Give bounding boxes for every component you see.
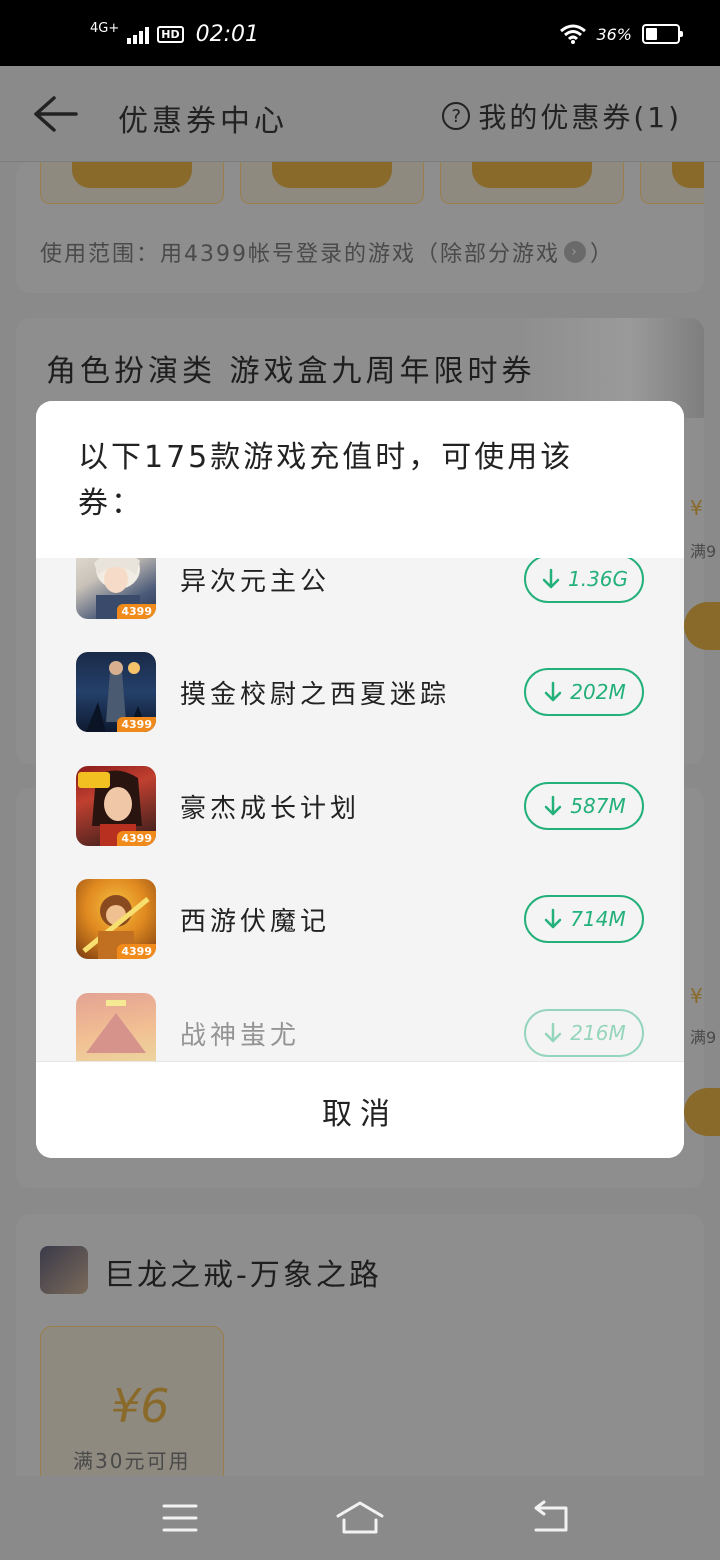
network-type: 4G+ xyxy=(90,21,120,36)
download-arrow-icon xyxy=(545,1022,562,1043)
game-name: 摸金校尉之西夏迷踪 xyxy=(180,680,451,710)
usage-scope-text: 使用范围：用4399帐号登录的游戏（除部分游戏 xyxy=(40,242,560,267)
download-button[interactable]: 1.36G xyxy=(524,558,644,603)
game-icon xyxy=(76,993,156,1061)
peek-currency: ¥ xyxy=(690,984,703,1008)
claim-button[interactable] xyxy=(472,162,592,188)
home-icon[interactable] xyxy=(336,1500,384,1536)
download-size: 714M xyxy=(570,907,626,931)
game-name: 西游伏魔记 xyxy=(180,907,331,937)
game-name: 异次元主公 xyxy=(180,567,331,597)
download-arrow-icon xyxy=(545,908,562,929)
download-button[interactable]: 216M xyxy=(524,1009,644,1057)
game-icon: 4399 xyxy=(76,766,156,846)
app-header: 优惠券中心 ? 我的优惠券(1) xyxy=(0,66,720,162)
coupon-condition: 满30元可用 xyxy=(73,1449,191,1473)
card-title: 角色扮演类 游戏盒九周年限时券 xyxy=(46,354,536,389)
clock: 02:01 xyxy=(195,22,259,47)
list-item[interactable]: 4399 异次元主公 1.36G xyxy=(36,558,684,619)
peek-condition: 满9 xyxy=(690,1028,717,1047)
games-list[interactable]: 4399 异次元主公 1.36G 4399 摸金校尉之西夏迷踪 202M 439… xyxy=(36,558,684,1061)
download-size: 1.36G xyxy=(567,567,629,591)
game-icon: 4399 xyxy=(76,558,156,619)
game-name: 战神蚩尤 xyxy=(180,1021,301,1051)
menu-icon[interactable] xyxy=(156,1500,204,1536)
dialog-footer: 取消 xyxy=(36,1061,684,1158)
peek-currency: ¥ xyxy=(690,496,703,520)
dialog-header: 以下175款游戏充值时，可使用该券： xyxy=(36,401,684,558)
eligible-games-dialog: 以下175款游戏充值时，可使用该券： 4399 异次元主公 1.36G 4399… xyxy=(36,401,684,1158)
battery-icon xyxy=(642,24,683,44)
coupon-tile[interactable]: ¥6 满30元可用 xyxy=(40,1326,224,1486)
signal-icon xyxy=(127,26,150,44)
game-name: 豪杰成长计划 xyxy=(180,794,361,824)
download-size: 587M xyxy=(570,794,626,818)
dialog-message: 以下175款游戏充值时，可使用该券： xyxy=(78,440,574,521)
hd-icon: HD xyxy=(157,26,184,43)
battery-percent: 36% xyxy=(596,24,632,44)
claim-button[interactable] xyxy=(72,162,192,188)
download-button[interactable]: 587M xyxy=(524,782,644,830)
game-icon: 4399 xyxy=(76,879,156,959)
help-icon: ? xyxy=(442,102,471,130)
cancel-button[interactable]: 取消 xyxy=(36,1062,684,1158)
status-right: 36% xyxy=(560,24,683,44)
list-item[interactable]: 战神蚩尤 216M xyxy=(36,993,684,1061)
badge-4399: 4399 xyxy=(117,944,156,959)
download-arrow-icon xyxy=(542,568,560,589)
my-coupons-label: 我的优惠券(1) xyxy=(478,101,682,134)
coupon-amount: ¥6 xyxy=(111,1379,170,1433)
peek-condition: 满9 xyxy=(690,542,717,561)
back-arrow-icon[interactable] xyxy=(32,94,78,134)
my-coupons-link[interactable]: ? 我的优惠券(1) xyxy=(442,96,682,136)
page-title: 优惠券中心 xyxy=(118,104,288,139)
usage-scope[interactable]: 使用范围：用4399帐号登录的游戏（除部分游戏 › ） xyxy=(40,236,614,268)
game-icon xyxy=(40,1246,88,1294)
battery-fill xyxy=(646,28,657,40)
game-art-icon xyxy=(86,1000,146,1053)
download-arrow-icon xyxy=(545,795,562,816)
scope-close-paren: ） xyxy=(590,242,615,267)
game-coupon-title: 巨龙之戒-万象之路 xyxy=(104,1258,382,1293)
wifi-icon xyxy=(560,24,587,44)
back-icon[interactable] xyxy=(526,1500,574,1536)
list-item[interactable]: 4399 西游伏魔记 714M xyxy=(36,879,684,959)
claim-button[interactable] xyxy=(272,162,392,188)
badge-4399: 4399 xyxy=(117,717,156,732)
list-item[interactable]: 4399 摸金校尉之西夏迷踪 202M xyxy=(36,652,684,732)
status-left: 4G+ HD 02:01 xyxy=(90,21,259,47)
badge-4399: 4399 xyxy=(117,831,156,846)
download-arrow-icon xyxy=(545,681,562,702)
game-icon: 4399 xyxy=(76,652,156,732)
download-button[interactable]: 202M xyxy=(524,668,644,716)
system-nav-bar xyxy=(0,1476,720,1560)
download-size: 216M xyxy=(570,1021,626,1045)
badge-4399: 4399 xyxy=(117,604,156,619)
chevron-right-icon: › xyxy=(564,241,586,263)
download-size: 202M xyxy=(570,680,626,704)
download-button[interactable]: 714M xyxy=(524,895,644,943)
list-item[interactable]: 4399 豪杰成长计划 587M xyxy=(36,766,684,846)
status-bar: 4G+ HD 02:01 36% xyxy=(0,0,720,66)
